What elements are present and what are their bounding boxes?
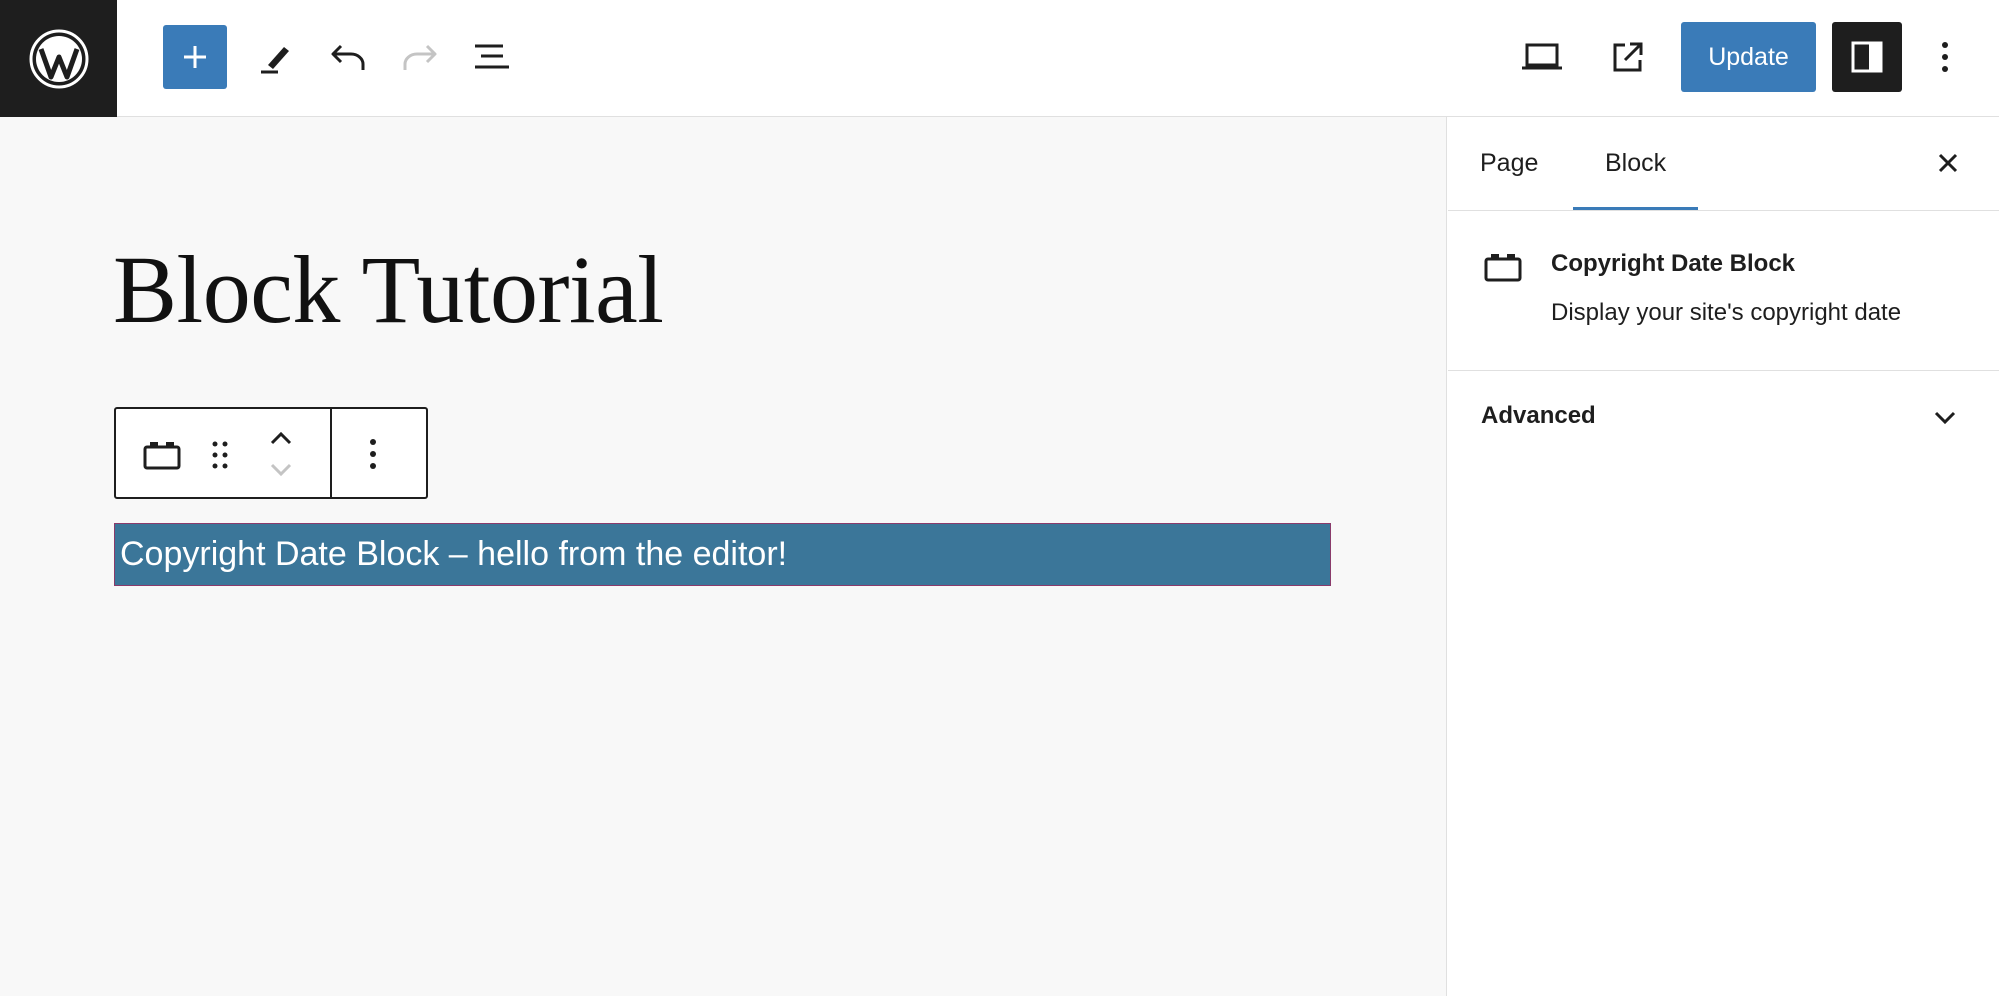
plus-icon: [184, 46, 206, 68]
redo-button[interactable]: [388, 25, 452, 89]
settings-sidebar: Page Block Copyright Date Block Display …: [1448, 117, 1999, 996]
block-card-icon: [1482, 250, 1524, 284]
preview-device-button[interactable]: [1510, 25, 1574, 89]
options-menu-button[interactable]: [1913, 25, 1977, 89]
block-toolbar: [114, 407, 428, 499]
wordpress-logo-icon: [29, 29, 88, 88]
settings-toggle-button[interactable]: [1832, 22, 1902, 92]
pencil-icon: [261, 47, 289, 74]
block-options-button[interactable]: [358, 435, 388, 473]
advanced-panel-title: Advanced: [1481, 402, 1596, 429]
editor-canvas[interactable]: Block Tutorial Copyright Date Block – he…: [0, 117, 1447, 996]
editor-header: Update: [0, 0, 1999, 117]
close-icon: [1938, 153, 1958, 173]
tools-button[interactable]: [244, 25, 308, 89]
move-down-button[interactable]: [266, 459, 296, 481]
tab-block[interactable]: Block: [1573, 117, 1699, 210]
wordpress-logo-button[interactable]: [0, 0, 117, 117]
move-up-button[interactable]: [266, 427, 296, 449]
sidebar-tabs: Page Block: [1448, 117, 1999, 211]
desktop-preview-icon: [1522, 43, 1562, 70]
advanced-panel-toggle[interactable]: Advanced: [1448, 370, 1999, 466]
block-card-description: Display your site's copyright date: [1551, 299, 1902, 326]
undo-icon: [331, 44, 365, 70]
close-sidebar-button[interactable]: [1928, 143, 1968, 183]
chevron-down-icon: [1934, 411, 1956, 425]
advanced-panel-chevron: [1930, 406, 1960, 430]
block-card: Copyright Date Block Display your site's…: [1448, 210, 1999, 371]
more-vertical-icon: [370, 439, 376, 469]
block-inserter-button[interactable]: [163, 25, 227, 89]
page-title[interactable]: Block Tutorial: [113, 234, 664, 345]
more-vertical-icon: [1942, 42, 1948, 72]
redo-icon: [403, 44, 437, 70]
tab-page[interactable]: Page: [1448, 117, 1570, 210]
block-type-button[interactable]: [142, 437, 182, 473]
selected-copyright-block[interactable]: Copyright Date Block – hello from the ed…: [114, 523, 1331, 586]
update-button[interactable]: Update: [1681, 22, 1816, 92]
block-calendar-icon: [143, 442, 181, 470]
view-page-button[interactable]: [1596, 25, 1660, 89]
block-card-title: Copyright Date Block: [1551, 250, 1796, 277]
chevron-down-icon: [270, 463, 292, 477]
block-calendar-icon: [1484, 254, 1522, 282]
sidebar-toggle-icon: [1851, 41, 1883, 73]
document-overview-button[interactable]: [460, 25, 524, 89]
drag-handle-icon: [212, 441, 228, 469]
drag-handle[interactable]: [208, 437, 232, 473]
document-overview-icon: [475, 44, 509, 69]
toolbar-divider: [330, 409, 332, 497]
chevron-up-icon: [270, 431, 292, 445]
undo-button[interactable]: [316, 25, 380, 89]
external-link-icon: [1613, 42, 1643, 72]
